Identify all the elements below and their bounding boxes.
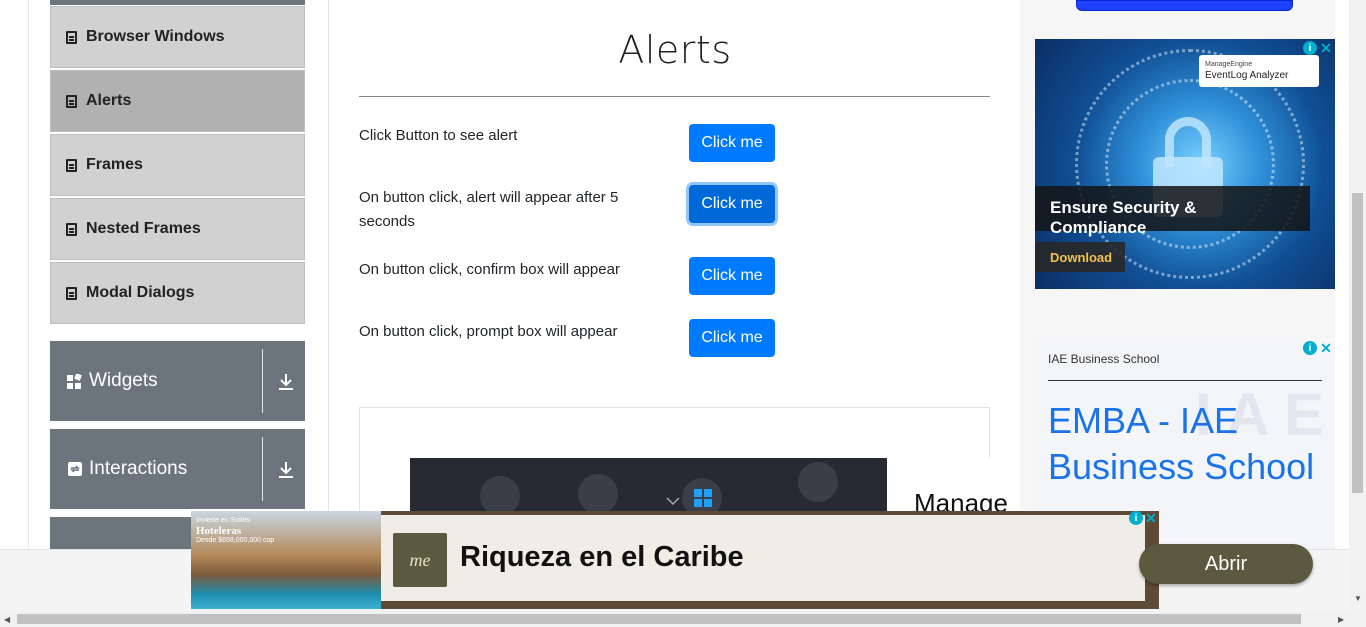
sidebar-group-widgets[interactable]: Widgets xyxy=(50,341,305,421)
sidebar-group-interactions[interactable]: Interactions xyxy=(50,429,305,509)
ad-brand-logo: ManageEngine EventLog Analyzer xyxy=(1199,55,1319,87)
bottom-banner-ad[interactable]: Invierte en Suites Hoteleras Desde $658,… xyxy=(191,511,1313,609)
sidebar-group-label: Widgets xyxy=(89,370,158,391)
alert-button[interactable]: Click me xyxy=(689,124,775,162)
scroll-left-arrow-icon[interactable]: ◀ xyxy=(4,615,10,624)
title-divider xyxy=(359,96,990,97)
confirm-button[interactable]: Click me xyxy=(689,257,775,295)
manageengine-ad[interactable]: ManageEngine EventLog Analyzer Ensure Se… xyxy=(1035,39,1335,289)
alert-row-label: Click Button to see alert xyxy=(359,127,518,144)
divider xyxy=(262,349,263,413)
scroll-right-arrow-icon[interactable]: ▶ xyxy=(1338,615,1344,624)
sidebar-item-label: Alerts xyxy=(86,92,132,109)
ad-title: Riqueza en el Caribe xyxy=(460,541,744,573)
document-icon xyxy=(66,30,77,44)
ad-headline: Ensure Security & Compliance xyxy=(1035,186,1310,237)
timer-alert-button[interactable]: Click me xyxy=(689,185,775,223)
prompt-row-label: On button click, prompt box will appear xyxy=(359,323,618,340)
expand-icon[interactable] xyxy=(278,373,294,396)
prompt-button[interactable]: Click me xyxy=(689,319,775,357)
page-title: Alerts xyxy=(618,28,732,72)
windows-logo-icon xyxy=(694,489,712,507)
document-icon xyxy=(66,158,77,172)
ad-card: me Riqueza en el Caribe Abrir xyxy=(381,515,1313,601)
sidebar-item-modal-dialogs[interactable]: Modal Dialogs xyxy=(50,262,305,324)
sidebar-item-label: Frames xyxy=(86,156,143,173)
sidebar-item-label: Modal Dialogs xyxy=(86,284,195,301)
timer-alert-row-label: On button click, alert will appear after… xyxy=(359,189,619,230)
adchoices-icon[interactable]: i xyxy=(1129,511,1143,525)
ad-download-button[interactable]: Download xyxy=(1035,242,1125,272)
chevron-down-icon xyxy=(666,497,680,506)
scrollbar-thumb[interactable] xyxy=(1352,193,1363,493)
sidebar-item-nested-frames[interactable]: Nested Frames xyxy=(50,198,305,260)
sidebar-group-header-bottom xyxy=(50,0,305,5)
vertical-scrollbar[interactable]: ▼ xyxy=(1349,0,1366,611)
document-icon xyxy=(66,286,77,300)
document-icon xyxy=(66,222,77,236)
expand-icon[interactable] xyxy=(278,461,294,484)
close-icon[interactable]: ✕ xyxy=(1144,510,1158,526)
close-icon[interactable]: ✕ xyxy=(1319,40,1333,56)
horizontal-scrollbar[interactable]: ◀ ▶ xyxy=(0,611,1366,627)
sidebar-item-browser-windows[interactable]: Browser Windows xyxy=(50,6,305,68)
sidebar-item-alerts[interactable]: Alerts xyxy=(50,70,305,132)
ad-blue-button[interactable] xyxy=(1076,0,1293,11)
interactions-icon xyxy=(67,462,82,477)
divider xyxy=(1048,380,1322,381)
ad-photo: Invierte en Suites Hoteleras Desde $658,… xyxy=(191,511,381,609)
ad-headline: EMBA - IAE Business School xyxy=(1048,400,1315,487)
sidebar-item-label: Nested Frames xyxy=(86,220,201,237)
ad-logo: me xyxy=(393,533,447,587)
close-icon[interactable]: ✕ xyxy=(1319,340,1333,356)
ad-advertiser: IAE Business School xyxy=(1048,352,1160,366)
sidebar-group-label: Interactions xyxy=(89,458,188,479)
sidebar-item-frames[interactable]: Frames xyxy=(50,134,305,196)
scroll-down-arrow-icon[interactable]: ▼ xyxy=(1354,594,1362,603)
divider xyxy=(262,437,263,501)
open-button[interactable]: Abrir xyxy=(1139,544,1313,584)
scrollbar-thumb[interactable] xyxy=(17,614,1301,624)
adchoices-icon[interactable]: i xyxy=(1303,341,1317,355)
sidebar-item-label: Browser Windows xyxy=(86,28,225,45)
widgets-icon xyxy=(67,373,82,389)
left-gutter xyxy=(0,0,29,549)
adchoices-icon[interactable]: i xyxy=(1303,41,1317,55)
confirm-row-label: On button click, confirm box will appear xyxy=(359,261,620,278)
document-icon xyxy=(66,94,77,108)
